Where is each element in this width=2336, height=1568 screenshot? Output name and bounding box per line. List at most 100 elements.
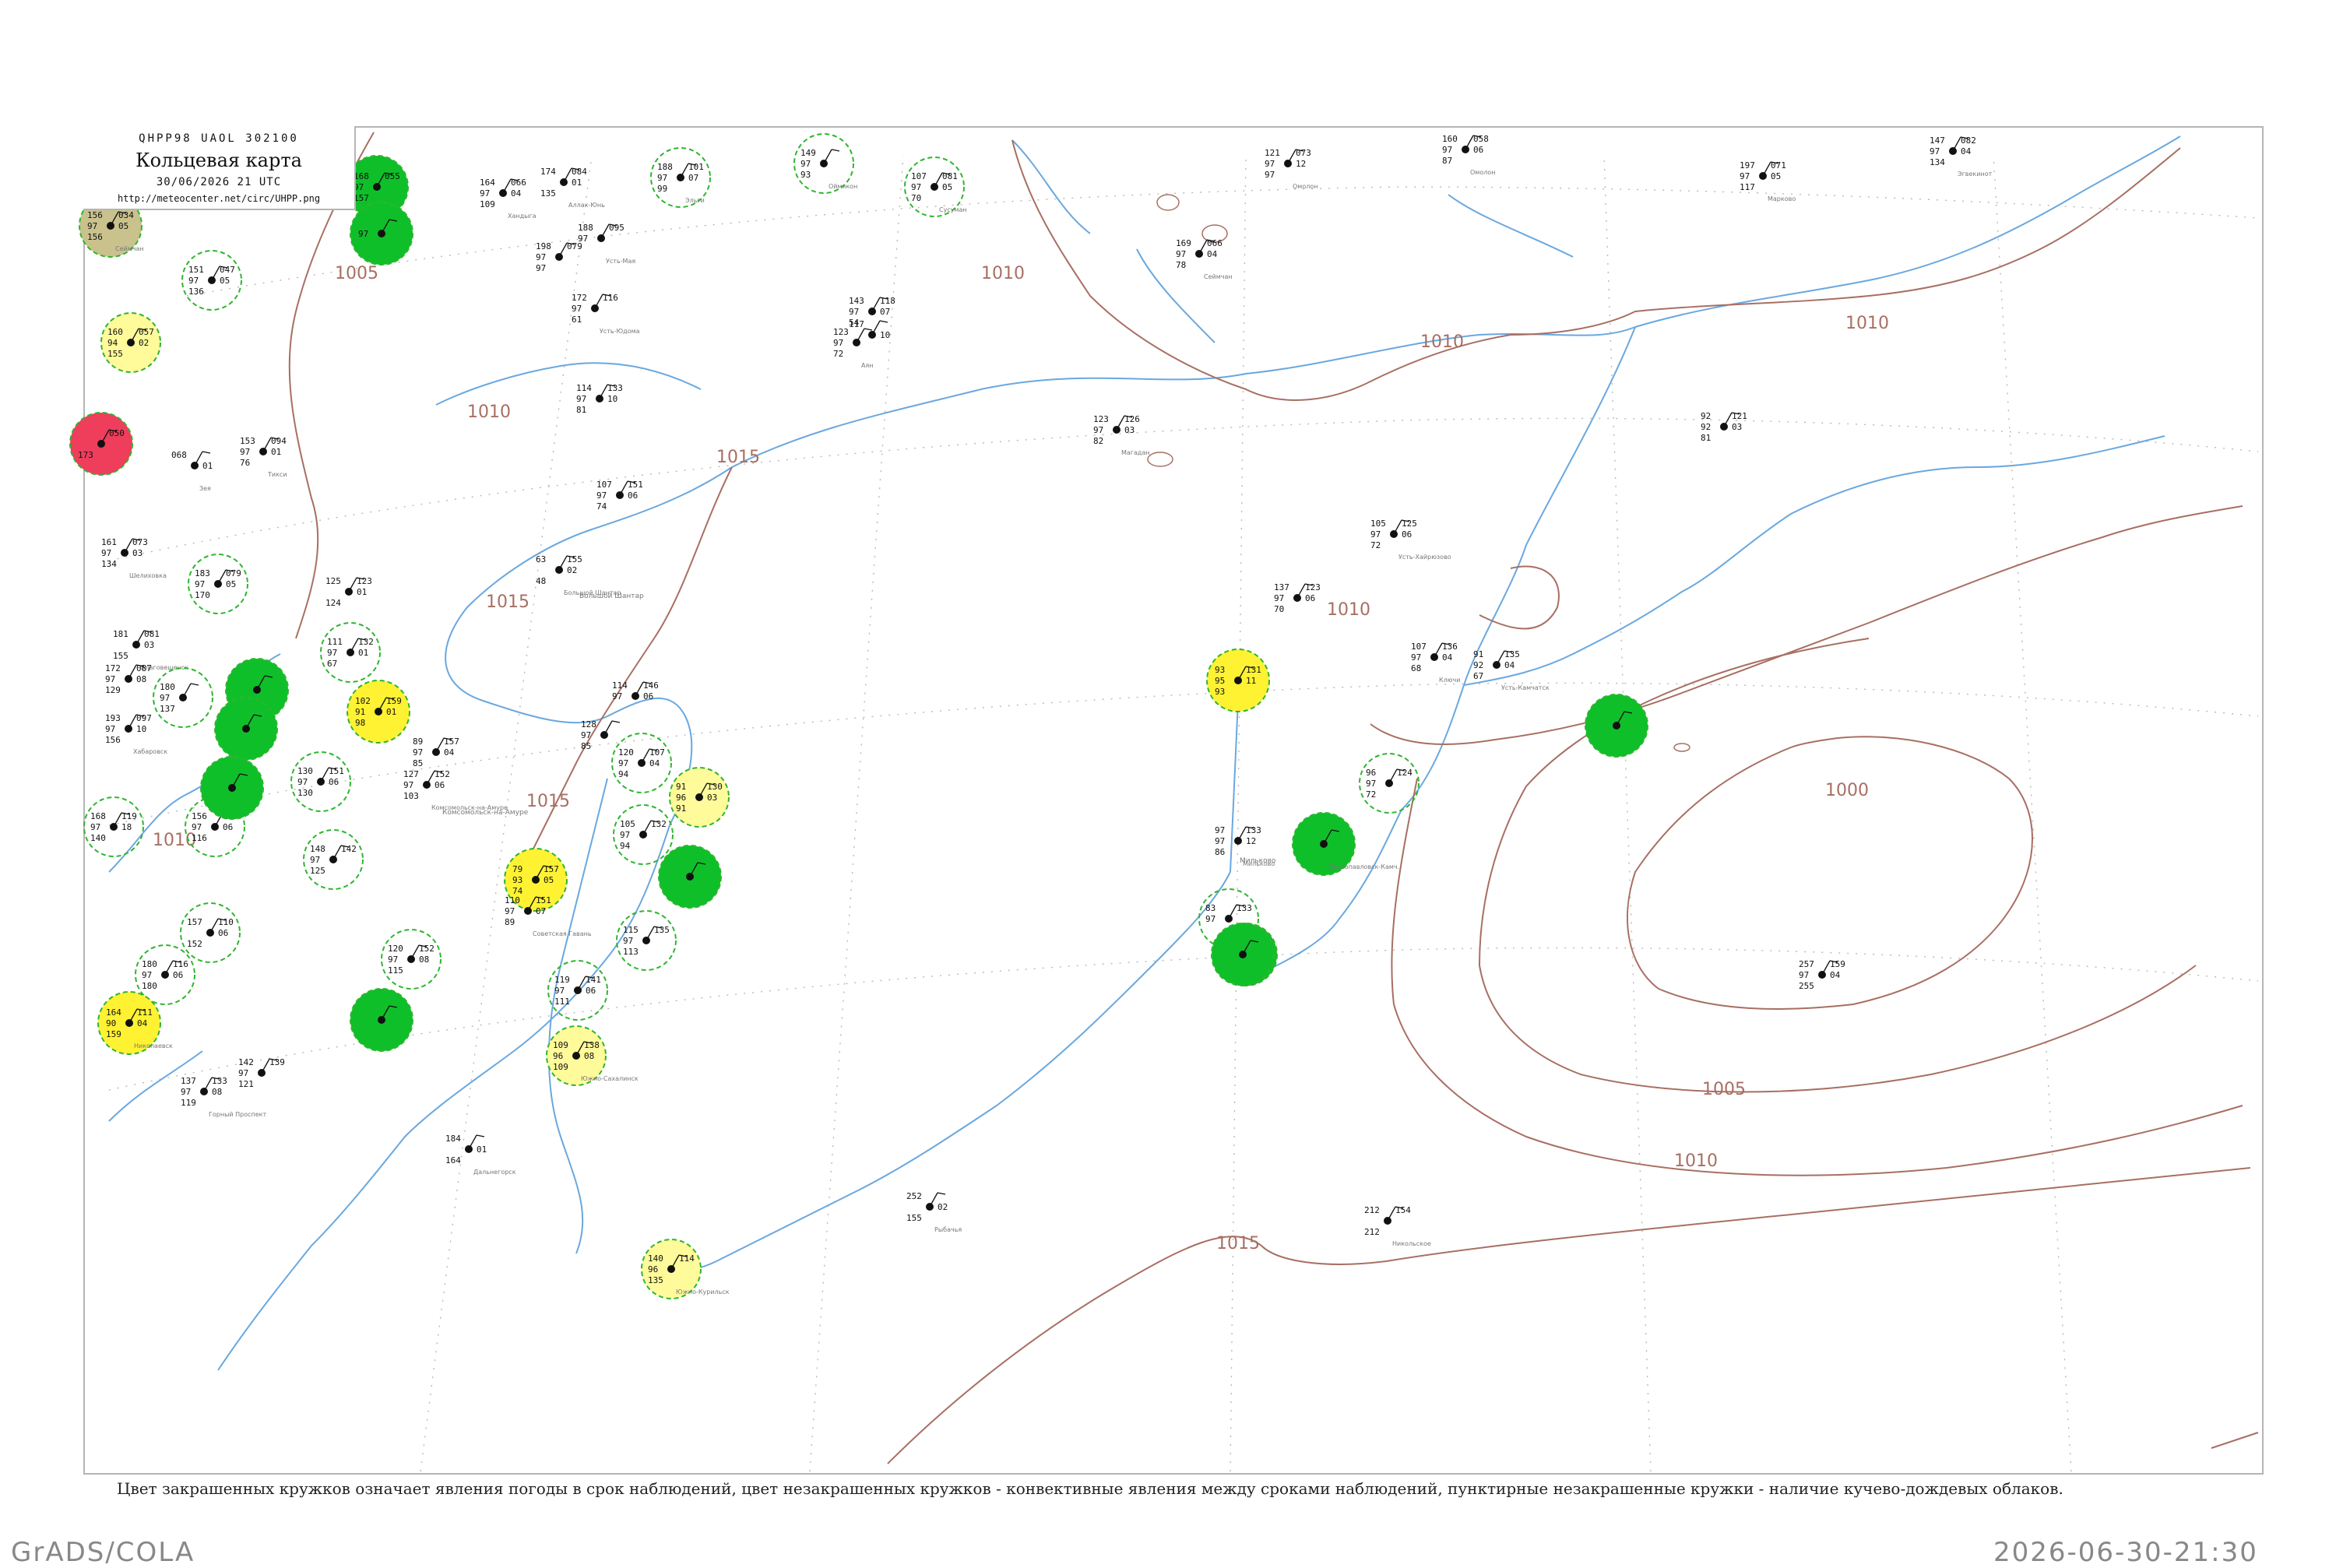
weather-station[interactable]: 068 01 Зея — [171, 450, 213, 492]
isobar-label-1015: 1015 — [526, 792, 570, 811]
weather-station[interactable]: 127 152 97 06 103 Комсомольск-на-Амуре — [403, 769, 508, 811]
weather-station[interactable]: 114 133 97 10 81 — [576, 383, 623, 415]
weather-station[interactable] — [200, 756, 264, 820]
weather-station[interactable] — [1211, 923, 1275, 986]
weather-station[interactable]: 180 116 97 06 180 — [135, 944, 195, 1005]
weather-station[interactable]: 172 087 97 08 129 — [105, 663, 152, 695]
weather-station[interactable]: 188 095 97 Усть-Мая — [578, 223, 635, 265]
station-pressure: 111 — [137, 1007, 153, 1018]
weather-station[interactable]: 96 124 9772 — [1359, 753, 1420, 814]
weather-station[interactable] — [214, 697, 278, 761]
station-tendency: 04 — [444, 747, 455, 758]
weather-station[interactable]: 1289785 — [581, 719, 621, 751]
station-dewpoint: 156 — [87, 232, 103, 242]
weather-station[interactable]: 97 — [350, 202, 413, 265]
weather-station[interactable]: 151 047 97 05 136 — [181, 250, 242, 311]
weather-station[interactable]: 183 079 97 05 170 — [188, 554, 248, 614]
weather-station[interactable]: 212 154 212 Никольское — [1364, 1205, 1431, 1247]
weather-station[interactable]: 172 116 9761 Усть-Юдома — [572, 293, 640, 335]
weather-station[interactable]: 107 151 97 06 74 — [596, 480, 643, 512]
weather-station[interactable]: 153 094 97 01 76 Тикси — [240, 436, 287, 478]
weather-station[interactable]: 164 066 97 04 109 Хандыга — [480, 178, 537, 220]
station-temp: 117 — [849, 319, 864, 329]
weather-station[interactable]: 121 073 97 12 97 Омолон — [1265, 148, 1318, 190]
station-tendency: 04 — [1504, 660, 1515, 670]
weather-station[interactable]: 120 152 97 08 115 — [381, 929, 442, 990]
weather-station[interactable]: 168 119 97 18 140 — [83, 796, 144, 857]
weather-station[interactable]: 107 136 97 04 68 Ключи — [1411, 642, 1460, 684]
weather-station[interactable]: 137 133 97 08 119 Горный Проспект — [181, 1076, 267, 1118]
weather-station[interactable]: 148 142 97125 — [303, 829, 364, 890]
weather-station[interactable]: 105 132 9794 — [613, 804, 674, 865]
station-pressure: 084 — [572, 167, 587, 177]
station-pressure: 154 — [1395, 1205, 1411, 1215]
weather-station[interactable]: 115 135 97113 — [616, 910, 677, 971]
weather-station[interactable]: 125 12301 124 — [325, 576, 372, 608]
weather-station[interactable]: 109 138 96 08 109 Южно-Сахалинск — [546, 1025, 639, 1086]
weather-station[interactable]: 174 08401 135 Аллах-Юнь — [540, 167, 605, 209]
weather-station[interactable]: 18097137 — [153, 667, 213, 728]
weather-station[interactable]: 198 0799797 — [536, 241, 582, 273]
weather-station[interactable]: 169 066 97 04 78 Сеймчан — [1176, 238, 1233, 280]
wind-barb-icon — [203, 1077, 213, 1092]
map-url[interactable]: http://meteocenter.net/circ/UHPP.png — [83, 193, 354, 204]
weather-station[interactable]: 137 123 97 06 70 — [1274, 582, 1321, 614]
weather-station[interactable]: 193 097 97 10 156 Хабаровск — [105, 713, 167, 755]
weather-station[interactable] — [1585, 694, 1648, 758]
station-dewpoint: 67 — [327, 659, 337, 669]
weather-station[interactable]: 160 058 97 06 87 Омолон — [1442, 134, 1495, 176]
station-dewpoint: 74 — [596, 501, 607, 512]
weather-station[interactable]: 92 121 92 03 81 — [1701, 411, 1747, 443]
weather-station[interactable]: 93 131 95 11 93 — [1206, 649, 1270, 712]
weather-station[interactable]: 160 057 94 02 155 — [100, 312, 161, 373]
weather-station[interactable]: 91 135 92 04 67 Усть-Камчатск — [1473, 649, 1550, 691]
weather-station[interactable]: 110 151 97 07 89 Советская Гавань — [505, 895, 592, 937]
weather-station[interactable]: 252 02 155 Рыбачья — [906, 1191, 962, 1233]
weather-station[interactable]: 111 132 97 01 67 — [320, 622, 381, 683]
weather-station[interactable]: 188 101 97 07 99 Эльги — [650, 147, 711, 208]
weather-station[interactable]: 050 173 — [69, 412, 133, 476]
station-name: Сусуман — [939, 206, 967, 213]
weather-station[interactable]: 107 081 97 05 70 Сусуман — [904, 156, 967, 217]
weather-station[interactable]: 102 159 91 01 98 — [347, 680, 410, 744]
weather-station[interactable]: 257 159 97 04 255 — [1799, 959, 1845, 991]
weather-station[interactable]: 142 139 97121 — [238, 1057, 285, 1089]
weather-station[interactable]: 197 071 97 05 117 Марково — [1740, 160, 1796, 202]
wind-barb-icon — [1387, 1206, 1396, 1222]
station-visibility: 92 — [1473, 660, 1483, 670]
station-temp: 156 — [87, 210, 103, 220]
weather-station[interactable]: 120 107 97 04 94 — [611, 733, 672, 793]
weather-station[interactable]: 63 15502 48 Большой Шантар — [536, 554, 621, 596]
weather-station[interactable] — [658, 845, 722, 909]
station-dewpoint: 125 — [310, 866, 325, 876]
station-visibility: 97 — [1265, 159, 1275, 169]
weather-station[interactable]: 97 133 97 12 86 Мильково — [1215, 825, 1275, 867]
wind-barb-icon — [182, 683, 192, 698]
weather-station[interactable]: 1499793 Оймякон — [793, 133, 857, 194]
weather-station[interactable]: 164 111 90 04 159 Николаевск — [97, 991, 173, 1055]
map-time: 30/06/2026 21 UTC — [156, 176, 282, 188]
weather-station[interactable]: 1239772 Аян — [833, 327, 874, 369]
weather-station[interactable]: 130 151 97 06 130 — [290, 751, 351, 812]
weather-station[interactable]: 147 082 97 04 134 Эгвекинот — [1930, 135, 1993, 178]
station-temp: 180 — [160, 682, 175, 692]
weather-station[interactable]: 105 125 97 06 72 Усть-Хайрюзово — [1370, 519, 1451, 561]
station-temp: 105 — [620, 819, 635, 829]
weather-station[interactable]: 89 157 97 04 85 — [413, 737, 459, 768]
station-name: Комсомольск-на-Амуре — [431, 804, 508, 811]
weather-station[interactable]: 184 01 164 Дальнегорск — [445, 1134, 516, 1176]
station-tendency: 02 — [938, 1202, 948, 1212]
station-visibility: 97 — [192, 822, 202, 832]
wind-barb-icon — [1228, 904, 1237, 919]
weather-station[interactable]: 114 146 97 06 — [612, 680, 659, 701]
wind-barb-icon — [1198, 239, 1208, 255]
weather-station[interactable]: 140 114 96135 Южно-Курильск — [641, 1239, 730, 1299]
weather-station[interactable]: 157 11006 152 — [180, 902, 241, 963]
wind-barb-icon — [1821, 960, 1831, 976]
station-dewpoint: 117 — [1740, 182, 1755, 192]
weather-station[interactable]: 123 126 97 03 82 Магадан — [1093, 414, 1150, 456]
weather-station[interactable]: 91 130 96 03 91 — [669, 767, 730, 828]
weather-station[interactable] — [350, 988, 413, 1052]
weather-station[interactable]: 161 073 97 03 134 Шелиховка — [101, 537, 167, 579]
weather-station[interactable]: Петропавловск-Камч. — [1292, 812, 1399, 876]
